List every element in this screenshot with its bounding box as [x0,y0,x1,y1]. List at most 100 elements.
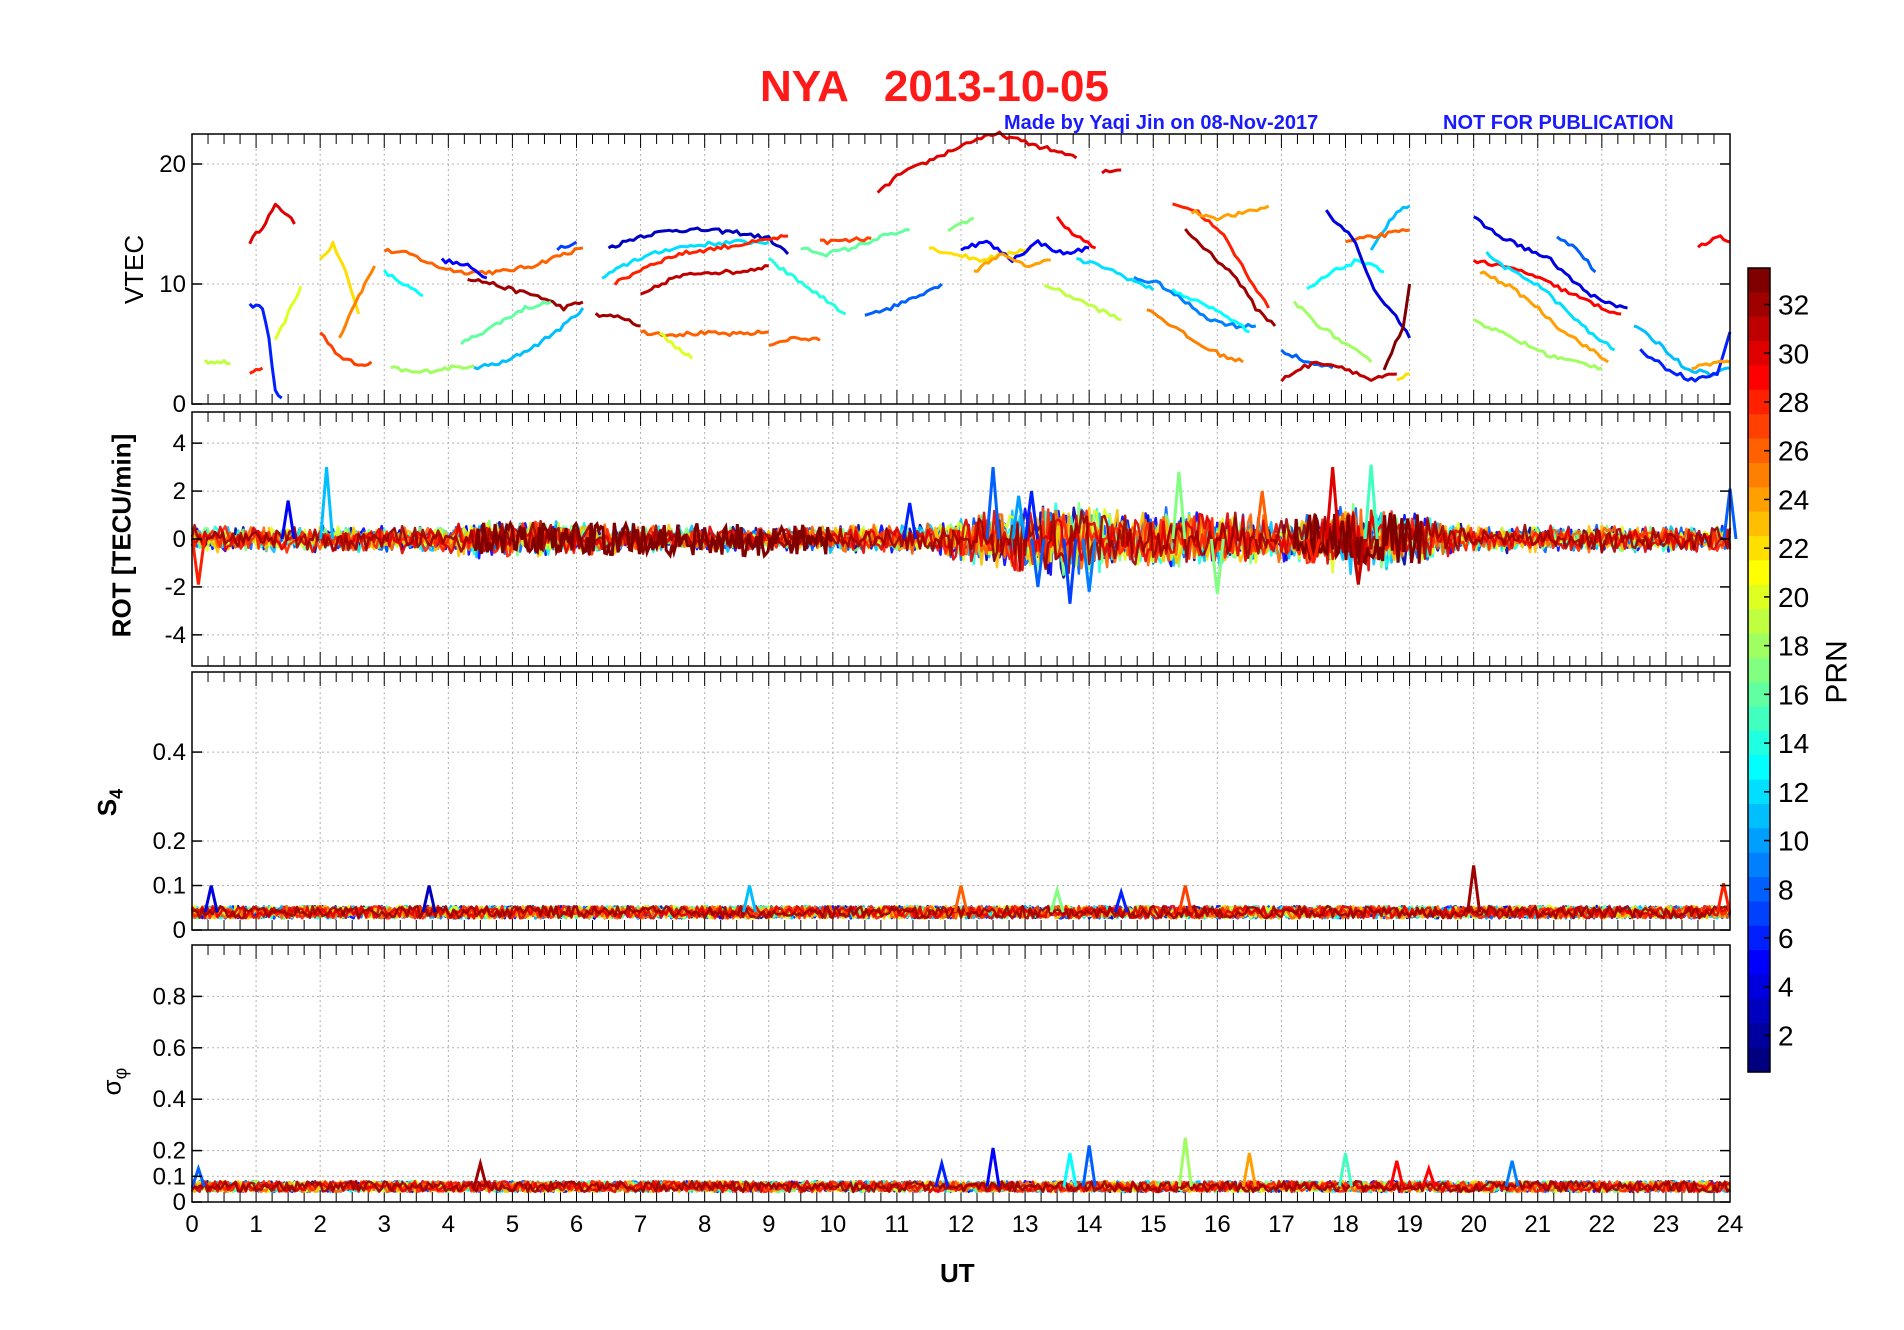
vtec-series-prn-24 [1479,270,1610,364]
vtec-series-prn-25 [338,265,376,339]
x-tick-label: 5 [506,1211,519,1238]
x-tick-label: 18 [1332,1211,1359,1238]
colorbar-swatch [1748,268,1770,293]
sigma_phi-spike-prn-5 [985,1147,1001,1187]
vtec-series-prn-22 [928,246,1032,263]
sigma-phi-ylabel: σφ [96,1067,131,1096]
rot-ytick-label: 4 [173,430,186,457]
s4-ytick-label: 0 [173,917,186,944]
vtec-series-prn-4 [1325,209,1411,339]
vtec-series-prn-13 [1171,288,1250,334]
x-tick-label: 14 [1076,1211,1103,1238]
vtec-ylabel: VTEC [119,234,150,305]
credit-text: Made by Yaqi Jin on 08-Nov-2017 [1004,112,1319,134]
vtec-series-prn-19 [1043,283,1122,322]
colorbar-swatch [1748,804,1770,829]
colorbar-tick-label: 16 [1778,679,1809,710]
vtec-series-prn-32 [594,312,641,328]
colorbar-swatch [1748,414,1770,440]
vtec-ytick-label: 0 [173,391,186,418]
x-tick-label: 4 [442,1211,455,1238]
vtec-series-prn-19 [203,358,231,366]
s4-ytick-label: 0.1 [153,873,186,900]
rot-ytick-label: -4 [165,622,186,649]
vtec-series-prn-26 [768,335,821,347]
vtec-series-prn-18 [1292,300,1373,363]
colorbar-swatch [1748,1047,1770,1073]
vtec-series-prn-11 [1369,204,1411,251]
colorbar-tick-label: 22 [1778,533,1809,564]
colorbar-tick-label: 6 [1778,923,1794,954]
x-tick-label: 22 [1588,1211,1615,1238]
colorbar-tick-label: 18 [1778,631,1809,662]
colorbar-label: PRN [1820,640,1854,704]
x-tick-label: 13 [1012,1211,1039,1238]
vtec-ytick-label: 10 [159,271,186,298]
x-tick-label: 6 [570,1211,583,1238]
colorbar-swatch [1748,316,1770,342]
vtec-ytick-label: 20 [159,151,186,178]
vtec-series-prn-12 [1076,257,1155,292]
vtec-series-prn-31 [1280,360,1397,383]
vtec-series-prn-8 [1556,235,1597,274]
x-tick-label: 0 [185,1211,198,1238]
vtec-series-prn-14 [767,256,847,316]
colorbar-swatch [1748,755,1770,781]
vtec-series-prn-5 [960,239,1090,263]
vtec-series-prn-11 [473,307,585,371]
vtec-series-prn-16 [460,300,552,346]
x-tick-label: 10 [819,1211,846,1238]
s4-ylabel: S4 [92,788,127,817]
vtec-series-prn-30 [1101,168,1122,175]
sigma_phi-ytick-label: 0.2 [153,1138,186,1165]
colorbar-swatch [1748,657,1770,683]
colorbar-tick-label: 30 [1778,338,1809,369]
rot-ytick-label: -2 [165,574,186,601]
colorbar-tick-label: 10 [1778,826,1809,857]
x-axis-label: UT [940,1258,975,1288]
x-tick-label: 24 [1717,1211,1744,1238]
colorbar-tick-label: 20 [1778,582,1809,613]
x-tick-label: 11 [884,1211,909,1238]
colorbar-tick-label: 24 [1778,484,1809,515]
sigma_phi-ytick-label: 0.8 [153,983,186,1010]
x-tick-label: 16 [1204,1211,1231,1238]
colorbar-tick-label: 8 [1778,874,1794,905]
s4-ytick-label: 0.4 [153,739,186,766]
x-tick-label: 7 [634,1211,647,1238]
x-tick-label: 9 [762,1211,775,1238]
vtec-series-prn-8 [864,282,943,317]
colorbar-swatch [1748,706,1770,732]
colorbar-swatch [1748,365,1770,391]
x-tick-label: 1 [249,1211,262,1238]
rot-spike-prn-11 [319,466,335,540]
vtec-series-prn-9 [1133,275,1257,330]
vtec-series-prn-26 [383,246,584,276]
colorbar-swatch [1748,950,1770,976]
x-tick-label: 8 [698,1211,711,1238]
s4-ytick-label: 0.2 [153,828,186,855]
colorbar-tick-label: 2 [1778,1020,1794,1051]
vtec-series-prn-18 [390,364,475,375]
colorbar-tick-label: 4 [1778,972,1794,1003]
colorbar-swatch [1748,901,1770,927]
vtec-series-prn-6 [248,302,283,400]
x-tick-label: 20 [1460,1211,1487,1238]
x-tick-label: 2 [313,1211,326,1238]
colorbar-swatch [1748,998,1770,1024]
vtec-series-prn-29 [1055,215,1097,250]
vtec-series-prn-11 [1633,324,1731,378]
colorbar-swatch [1748,511,1770,537]
figure-canvas: 01020-4-202400.10.20.400.10.20.40.60.80 1… [153,130,1809,1238]
x-tick-label: 21 [1524,1211,1551,1238]
colorbar-swatch [1748,609,1770,635]
vtec-series-prn-29 [1472,259,1622,316]
colorbar-swatch [1748,462,1770,488]
vtec-series-prn-27 [319,331,373,367]
figure-title: NYA 2013-10-05 [760,62,1109,111]
x-tick-label: 3 [378,1211,391,1238]
sigma_phi-spike-prn-18 [1177,1137,1193,1187]
vtec-series-prn-33 [1382,283,1412,371]
colorbar-swatch [1748,560,1770,586]
colorbar-tick-label: 12 [1778,777,1809,808]
